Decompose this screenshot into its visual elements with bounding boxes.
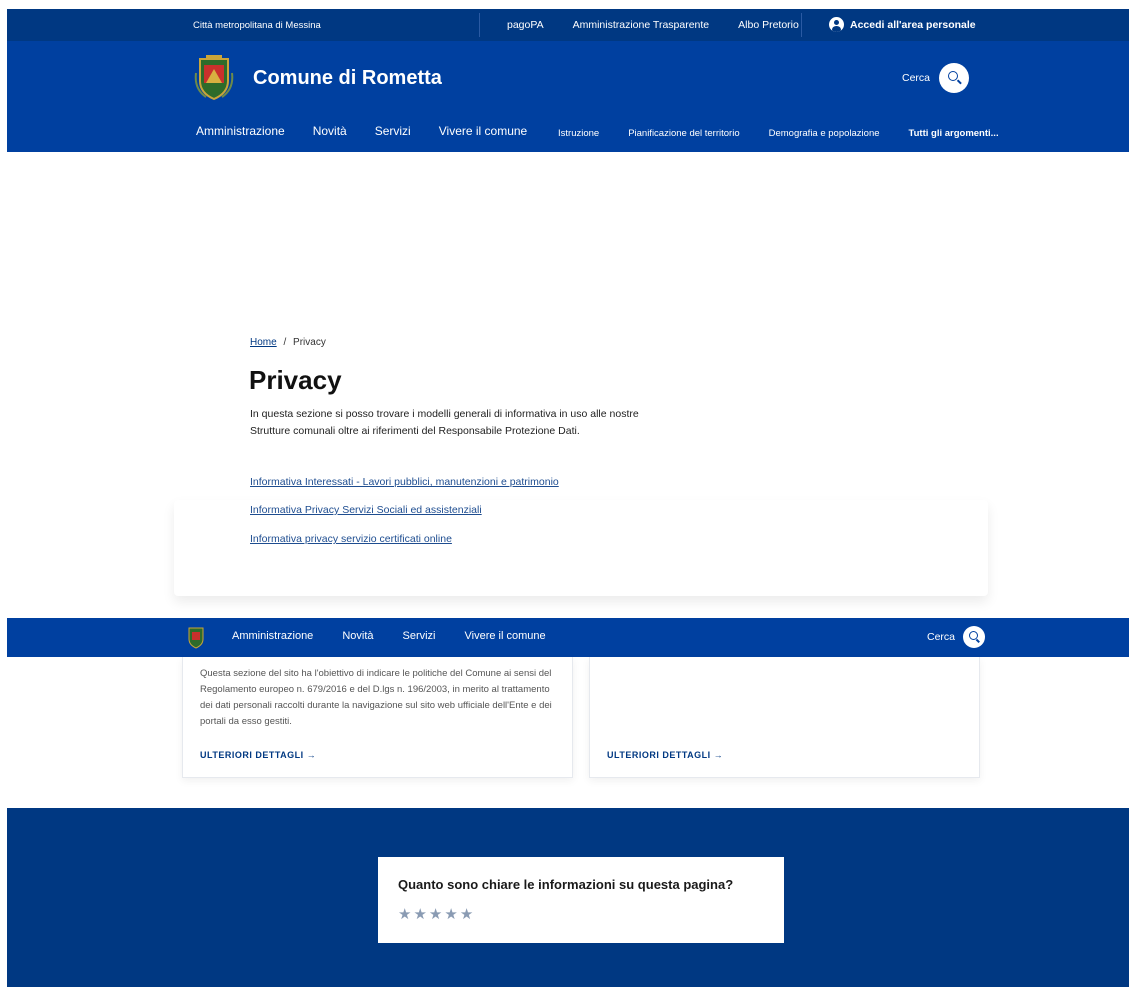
- nav-item-novita[interactable]: Novità: [313, 124, 347, 138]
- nav-item-vivere[interactable]: Vivere il comune: [439, 124, 528, 138]
- breadcrumb-separator: /: [283, 337, 287, 348]
- site-header: Comune di Rometta Cerca Amministrazione …: [7, 41, 1129, 152]
- topic-pianificazione[interactable]: Pianificazione del territorio: [628, 128, 739, 139]
- topbar-divider: [801, 13, 802, 37]
- star-icon[interactable]: ★: [460, 905, 473, 923]
- feedback-question: Quanto sono chiare le informazioni su qu…: [398, 877, 734, 892]
- sticky-nav-items: Amministrazione Novità Servizi Vivere il…: [232, 630, 575, 642]
- breadcrumb: Home / Privacy: [250, 337, 326, 348]
- page-intro: In questa sezione si posso trovare i mod…: [250, 408, 639, 437]
- card-description: Questa sezione del sito ha l'obiettivo d…: [200, 668, 552, 727]
- nav-item-vivere[interactable]: Vivere il comune: [465, 630, 546, 642]
- star-icon[interactable]: ★: [444, 905, 457, 923]
- login-label: Accedi all'area personale: [850, 18, 976, 31]
- search-icon[interactable]: [963, 626, 986, 648]
- top-bar: Città metropolitana di Messina pagoPA Am…: [7, 9, 1129, 41]
- details-link[interactable]: ULTERIORI DETTAGLI →: [200, 750, 316, 760]
- topbar-links: pagoPA Amministrazione Trasparente Albo …: [507, 19, 828, 31]
- municipality-crest-icon[interactable]: [194, 53, 234, 101]
- topic-istruzione[interactable]: Istruzione: [558, 128, 599, 139]
- page-title: Privacy: [249, 365, 342, 395]
- nav-item-servizi[interactable]: Servizi: [375, 124, 411, 138]
- topics-nav: Istruzione Pianificazione del territorio…: [558, 128, 1028, 139]
- topbar-divider: [479, 13, 480, 37]
- sticky-nav: Amministrazione Novità Servizi Vivere il…: [7, 618, 1129, 657]
- municipality-crest-icon[interactable]: [187, 625, 205, 649]
- site-title[interactable]: Comune di Rometta: [253, 67, 442, 90]
- pagopa-link[interactable]: pagoPA: [507, 19, 544, 31]
- main-nav: Amministrazione Novità Servizi Vivere il…: [196, 124, 555, 138]
- trasparente-link[interactable]: Amministrazione Trasparente: [573, 19, 710, 31]
- region-link[interactable]: Città metropolitana di Messina: [193, 20, 321, 31]
- header-search[interactable]: Cerca: [902, 63, 970, 93]
- document-link[interactable]: Informativa privacy servizio certificati…: [250, 533, 452, 545]
- star-icon[interactable]: ★: [429, 905, 442, 923]
- search-icon[interactable]: [939, 63, 970, 93]
- nav-item-amministrazione[interactable]: Amministrazione: [196, 124, 285, 138]
- albo-pretorio-link[interactable]: Albo Pretorio: [738, 19, 799, 31]
- info-card: ULTERIORI DETTAGLI →: [589, 657, 980, 778]
- nav-item-amministrazione[interactable]: Amministrazione: [232, 630, 313, 642]
- star-icon[interactable]: ★: [413, 905, 426, 923]
- breadcrumb-home[interactable]: Home: [250, 337, 277, 348]
- document-link[interactable]: Informativa Interessati - Lavori pubblic…: [250, 476, 559, 488]
- nav-item-novita[interactable]: Novità: [342, 630, 373, 642]
- breadcrumb-current: Privacy: [293, 337, 326, 348]
- search-label: Cerca: [927, 631, 956, 643]
- info-card: Questa sezione del sito ha l'obiettivo d…: [182, 657, 573, 778]
- search-label: Cerca: [902, 72, 931, 84]
- sticky-search[interactable]: Cerca: [927, 626, 986, 648]
- rating-stars: ★ ★ ★ ★ ★: [398, 905, 475, 923]
- user-icon: [829, 17, 844, 32]
- nav-item-servizi[interactable]: Servizi: [403, 630, 436, 642]
- star-icon[interactable]: ★: [398, 905, 411, 923]
- login-button[interactable]: Accedi all'area personale: [829, 17, 976, 32]
- details-link[interactable]: ULTERIORI DETTAGLI →: [607, 750, 723, 760]
- all-topics-link[interactable]: Tutti gli argomenti...: [909, 128, 999, 139]
- document-link[interactable]: Informativa Privacy Servizi Sociali ed a…: [250, 504, 482, 516]
- feedback-box: Quanto sono chiare le informazioni su qu…: [378, 857, 784, 943]
- topic-demografia[interactable]: Demografia e popolazione: [769, 128, 880, 139]
